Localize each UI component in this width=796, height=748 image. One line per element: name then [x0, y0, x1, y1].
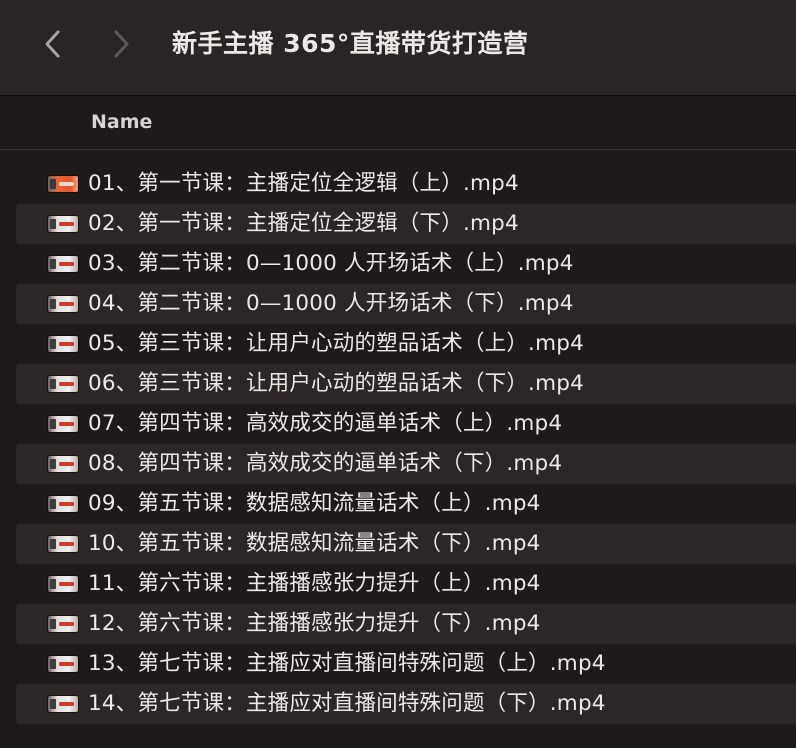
window-title: 新手主播 365°直播带货打造营 — [172, 29, 529, 58]
file-name: 11、第六节课：主播播感张力提升（上）.mp4 — [88, 571, 541, 596]
file-name: 08、第四节课：高效成交的逼单话术（下）.mp4 — [88, 451, 563, 476]
video-thumbnail-icon — [48, 216, 78, 232]
video-thumbnail-icon — [48, 416, 78, 432]
column-header: Name — [0, 96, 796, 150]
video-thumbnail-icon — [48, 336, 78, 352]
video-thumbnail-icon — [48, 256, 78, 272]
file-name: 14、第七节课：主播应对直播间特殊问题（下）.mp4 — [88, 691, 606, 716]
file-row[interactable]: 07、第四节课：高效成交的逼单话术（上）.mp4 — [16, 404, 796, 444]
file-row[interactable]: 09、第五节课：数据感知流量话术（上）.mp4 — [16, 484, 796, 524]
forward-button[interactable] — [108, 26, 136, 62]
file-name: 10、第五节课：数据感知流量话术（下）.mp4 — [88, 531, 541, 556]
toolbar: 新手主播 365°直播带货打造营 — [0, 0, 796, 96]
file-row[interactable]: 04、第二节课：0—1000 人开场话术（下）.mp4 — [16, 284, 796, 324]
video-thumbnail-icon — [48, 576, 78, 592]
video-thumbnail-icon — [48, 376, 78, 392]
file-row[interactable]: 11、第六节课：主播播感张力提升（上）.mp4 — [16, 564, 796, 604]
file-name: 03、第二节课：0—1000 人开场话术（上）.mp4 — [88, 251, 574, 276]
file-row[interactable]: 05、第三节课：让用户心动的塑品话术（上）.mp4 — [16, 324, 796, 364]
chevron-left-icon — [45, 30, 60, 58]
file-name: 09、第五节课：数据感知流量话术（上）.mp4 — [88, 491, 541, 516]
file-row[interactable]: 03、第二节课：0—1000 人开场话术（上）.mp4 — [16, 244, 796, 284]
file-row[interactable]: 01、第一节课：主播定位全逻辑（上）.mp4 — [16, 164, 796, 204]
file-row[interactable]: 10、第五节课：数据感知流量话术（下）.mp4 — [16, 524, 796, 564]
video-thumbnail-icon — [48, 656, 78, 672]
video-thumbnail-icon — [48, 176, 78, 192]
video-thumbnail-icon — [48, 616, 78, 632]
video-thumbnail-icon — [48, 496, 78, 512]
file-name: 02、第一节课：主播定位全逻辑（下）.mp4 — [88, 211, 519, 236]
file-row[interactable]: 14、第七节课：主播应对直播间特殊问题（下）.mp4 — [16, 684, 796, 724]
file-name: 12、第六节课：主播播感张力提升（下）.mp4 — [88, 611, 541, 636]
file-row[interactable]: 13、第七节课：主播应对直播间特殊问题（上）.mp4 — [16, 644, 796, 684]
file-name: 01、第一节课：主播定位全逻辑（上）.mp4 — [88, 171, 519, 196]
back-button[interactable] — [38, 26, 66, 62]
name-column-header[interactable]: Name — [91, 110, 152, 134]
file-name: 04、第二节课：0—1000 人开场话术（下）.mp4 — [88, 291, 574, 316]
file-name: 05、第三节课：让用户心动的塑品话术（上）.mp4 — [88, 331, 584, 356]
file-row[interactable]: 08、第四节课：高效成交的逼单话术（下）.mp4 — [16, 444, 796, 484]
video-thumbnail-icon — [48, 536, 78, 552]
file-list: 01、第一节课：主播定位全逻辑（上）.mp4 02、第一节课：主播定位全逻辑（下… — [16, 164, 796, 724]
file-name: 07、第四节课：高效成交的逼单话术（上）.mp4 — [88, 411, 563, 436]
video-thumbnail-icon — [48, 696, 78, 712]
file-row[interactable]: 02、第一节课：主播定位全逻辑（下）.mp4 — [16, 204, 796, 244]
file-row[interactable]: 06、第三节课：让用户心动的塑品话术（下）.mp4 — [16, 364, 796, 404]
file-name: 13、第七节课：主播应对直播间特殊问题（上）.mp4 — [88, 651, 606, 676]
video-thumbnail-icon — [48, 456, 78, 472]
file-row[interactable]: 12、第六节课：主播播感张力提升（下）.mp4 — [16, 604, 796, 644]
file-name: 06、第三节课：让用户心动的塑品话术（下）.mp4 — [88, 371, 584, 396]
video-thumbnail-icon — [48, 296, 78, 312]
chevron-right-icon — [114, 30, 129, 58]
